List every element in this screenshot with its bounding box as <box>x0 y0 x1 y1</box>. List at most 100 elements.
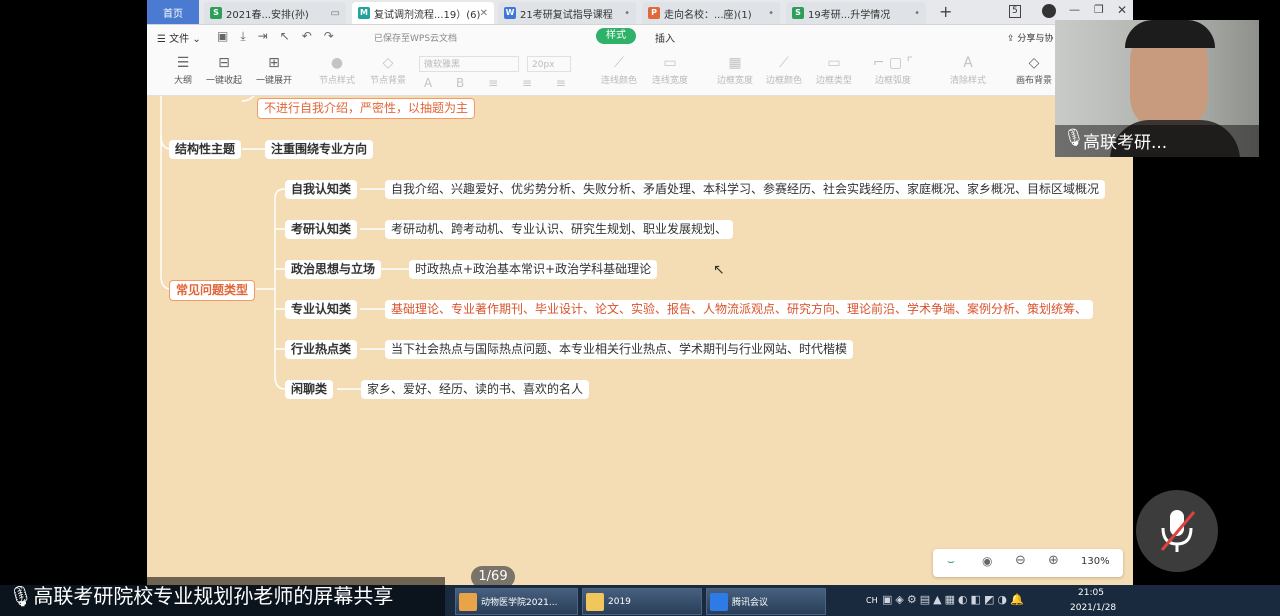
avatar[interactable] <box>1042 4 1056 18</box>
border-color-icon: ⟋ <box>779 55 789 71</box>
detail-node[interactable]: 自我介绍、兴趣爱好、优劣势分析、失败分析、矛盾处理、本科学习、参赛经历、社会实践… <box>385 180 1106 199</box>
taskbar-item-browser[interactable]: 动物医学院2021... <box>455 588 578 615</box>
person-hair <box>1125 20 1215 48</box>
mouse-cursor-icon: ↖ <box>713 262 725 278</box>
category-node[interactable]: 考研认知类 <box>285 220 358 239</box>
fill-icon: ◇ <box>382 55 394 71</box>
close-window-icon[interactable]: ✕ <box>1117 3 1127 17</box>
zoom-out-icon[interactable]: ⊖ <box>1015 553 1026 568</box>
zoom-bar: ⌣ ◉ ⊖ ⊕ 130% <box>933 549 1123 577</box>
zoom-in-icon[interactable]: ⊕ <box>1048 553 1059 568</box>
detail-node[interactable]: 基础理论、专业著作期刊、毕业设计、论文、实验、报告、人物流派观点、研究方向、理论… <box>385 300 1094 319</box>
canvas-bg-icon: ◇ <box>1028 55 1040 71</box>
style-tab[interactable]: 样式 <box>596 28 636 44</box>
app-icon <box>459 592 477 611</box>
mic-icon: 🎙 <box>1063 128 1085 148</box>
share-button[interactable]: ⇪ 分享与协 <box>1007 31 1053 44</box>
line-width-icon: ▭ <box>663 55 677 71</box>
border-color-button[interactable]: ⟋ 边框颜色 <box>762 49 806 86</box>
border-type-button[interactable]: ▭ 边框类型 <box>812 49 856 86</box>
folder-icon <box>586 592 604 611</box>
font-size-select[interactable]: 20px <box>527 56 571 72</box>
tab-flowchart[interactable]: M 复试调剂流程...19）(6) ✕ <box>352 2 494 24</box>
tab-course[interactable]: W 21考研复试指导课程 • <box>498 2 636 24</box>
detail-node[interactable]: 考研动机、跨考动机、专业认识、研究生规划、职业发展规划、 <box>385 220 734 239</box>
border-radius-icon: ⌐ ▢ ⌜ <box>872 55 914 71</box>
common-question-node[interactable]: 常见问题类型 <box>169 280 256 301</box>
taskbar-item-meeting[interactable]: 腾讯会议 <box>706 588 826 615</box>
category-node[interactable]: 专业认知类 <box>285 300 358 319</box>
clear-style-button[interactable]: A 清除样式 <box>946 49 990 86</box>
doc-icon: W <box>504 7 516 19</box>
collapse-icon: ⊟ <box>218 55 230 71</box>
category-node[interactable]: 政治思想与立场 <box>285 260 382 279</box>
category-node[interactable]: 行业热点类 <box>285 340 358 359</box>
mute-button[interactable] <box>1136 490 1218 572</box>
note-node[interactable]: 不进行自我介绍，严密性，以抽题为主 <box>257 98 476 119</box>
fit-icon[interactable]: ⌣ <box>947 554 955 569</box>
camera-feed: 🎙 高联考研... <box>1055 20 1259 157</box>
tab-home[interactable]: 首页 <box>147 0 199 24</box>
new-tab-button[interactable]: + <box>939 2 952 21</box>
border-width-icon: ▦ <box>728 55 742 71</box>
sheet-icon: S <box>210 7 222 19</box>
monitor-icon: ▭ <box>330 7 340 19</box>
browser-tab-bar: 首页 S 2021春...安排(孙) ▭ M 复试调剂流程...19）(6) ✕ W… <box>147 0 1133 25</box>
node-style-button[interactable]: ● 节点样式 <box>315 49 359 86</box>
tray-icons[interactable]: ▣◈⚙▤▲▦◐◧◩◑🔔 <box>882 593 1027 606</box>
language-indicator[interactable]: CH <box>866 596 878 605</box>
expand-all-button[interactable]: ⊞ 一键展开 <box>252 49 296 86</box>
border-width-button[interactable]: ▦ 边框宽度 <box>713 49 757 86</box>
mindmap-icon: M <box>358 7 370 19</box>
mindmap-canvas[interactable]: 不进行自我介绍，严密性，以抽题为主 结构性主题 注重围绕专业方向 常见问题类型 … <box>147 96 1133 585</box>
line-color-icon: ⟋ <box>614 55 624 71</box>
locate-icon[interactable]: ◉ <box>982 554 992 568</box>
clock-time: 21:05 <box>1078 588 1104 598</box>
close-icon[interactable]: • <box>768 8 774 19</box>
font-select[interactable]: 微软雅黑 <box>419 56 519 72</box>
mic-icon: 🎙 <box>8 584 34 608</box>
structural-child-node[interactable]: 注重围绕专业方向 <box>265 140 374 159</box>
close-icon[interactable]: • <box>624 8 630 19</box>
node-bg-button[interactable]: ◇ 节点背景 <box>366 49 410 86</box>
ribbon-toolbar: ☰ 大纲 ⊟ 一键收起 ⊞ 一键展开 ● 节点样式 ◇ 节点背景 微软雅黑 20px A … <box>147 49 1133 96</box>
expand-icon: ⊞ <box>268 55 280 71</box>
mic-off-icon <box>1160 510 1196 552</box>
collapse-all-button[interactable]: ⊟ 一键收起 <box>202 49 246 86</box>
tab-count-badge[interactable]: 5 <box>1009 5 1021 18</box>
detail-node[interactable]: 家乡、爱好、经历、读的书、喜欢的名人 <box>361 380 590 399</box>
outline-icon: ☰ <box>176 55 190 71</box>
structural-topic-node[interactable]: 结构性主题 <box>169 140 242 159</box>
menu-bar: ☰ 文件 ⌄ ▣⤓⇥↖↶↷ 已保存至WPS云文档 样式 插入 ⇪ 分享与协 <box>147 25 1133 49</box>
restore-icon[interactable]: ❐ <box>1094 3 1104 16</box>
quick-toolbar-icons[interactable]: ▣⤓⇥↖↶↷ <box>217 29 346 44</box>
detail-node[interactable]: 时政热点+政治基本常识+政治学科基础理论 <box>409 260 658 279</box>
outline-button[interactable]: ☰ 大纲 <box>161 49 205 86</box>
category-node[interactable]: 自我认知类 <box>285 180 358 199</box>
camera-name-label: 高联考研... <box>1083 133 1168 153</box>
insert-tab[interactable]: 插入 <box>655 30 675 45</box>
file-menu[interactable]: ☰ 文件 ⌄ <box>157 30 201 45</box>
canvas-bg-button[interactable]: ◇ 画布背景 <box>1012 49 1056 86</box>
tab-admission[interactable]: S 19考研...升学情况 • <box>786 2 926 24</box>
node-style-icon: ● <box>330 55 344 71</box>
close-icon[interactable]: • <box>914 8 920 19</box>
screen-share-caption: 🎙高联考研院校专业规划孙老师的屏幕共享 <box>0 577 445 616</box>
border-radius-button[interactable]: ⌐ ▢ ⌜ 边框弧度 <box>871 49 915 86</box>
clear-style-icon: A <box>963 55 973 71</box>
clock-date: 2021/1/28 <box>1070 603 1117 613</box>
ppt-icon: P <box>648 7 660 19</box>
detail-node[interactable]: 当下社会热点与国际热点问题、本专业相关行业热点、学术期刊与行业网站、时代楷模 <box>385 340 854 359</box>
taskbar-item-folder[interactable]: 2019 <box>582 588 702 615</box>
save-status: 已保存至WPS云文档 <box>374 34 458 44</box>
minimize-icon[interactable]: — <box>1069 3 1080 16</box>
sheet-icon: S <box>792 7 804 19</box>
close-icon[interactable]: ✕ <box>480 8 488 19</box>
category-node[interactable]: 闲聊类 <box>285 380 334 399</box>
line-width-button[interactable]: ▭ 连线宽度 <box>648 49 692 86</box>
line-color-button[interactable]: ⟋ 连线颜色 <box>597 49 641 86</box>
tab-schedule[interactable]: S 2021春...安排(孙) ▭ <box>204 2 346 24</box>
text-format-icons[interactable]: A B ≡ ≡ ≡ <box>424 76 576 90</box>
tab-school[interactable]: P 走向名校：...座)(1) • <box>642 2 780 24</box>
shared-screen: 首页 S 2021春...安排(孙) ▭ M 复试调剂流程...19）(6) ✕ W… <box>147 0 1133 585</box>
